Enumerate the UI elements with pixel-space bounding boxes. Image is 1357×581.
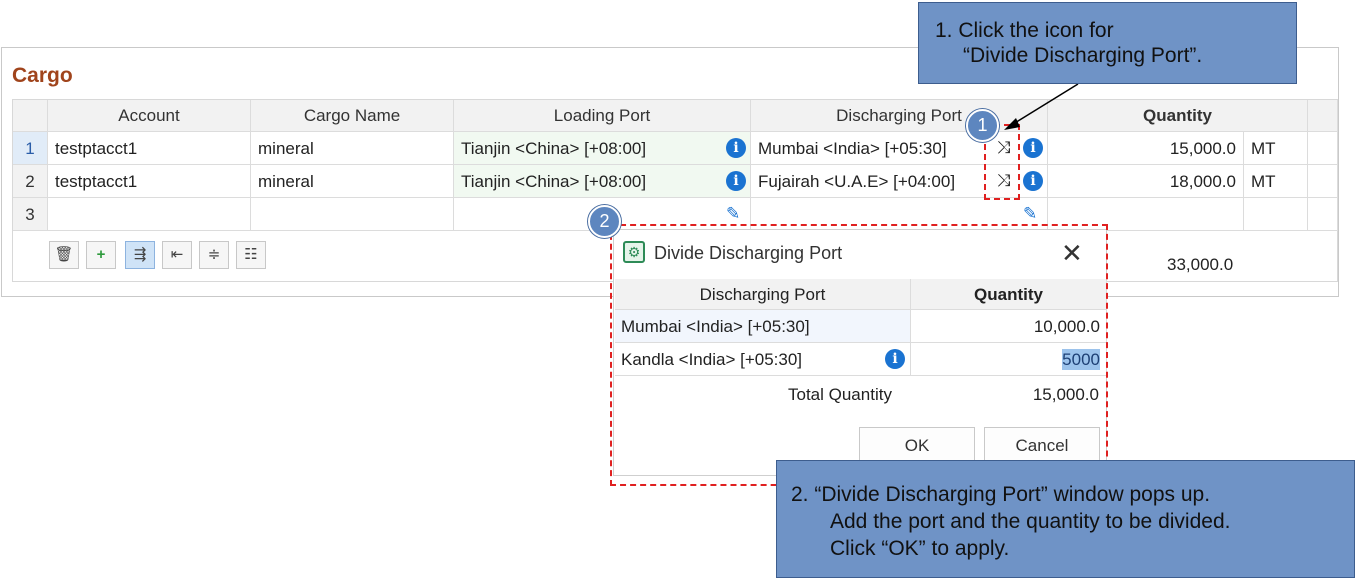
callout-step-1: 1. Click the icon for “Divide Dischargin… [918,2,1297,84]
callout-arrow-line [1009,83,1079,127]
callout-step-2: 2. “Divide Discharging Port” window pops… [776,460,1355,578]
callout-2-line-3: Click “OK” to apply. [830,537,1010,560]
callout-2-line-1: 2. “Divide Discharging Port” window pops… [791,483,1211,506]
step-badge-2: 2 [588,205,621,238]
callout-2-line-2: Add the port and the quantity to be divi… [830,510,1231,533]
callout-arrow-head [1004,118,1020,130]
callout-1-line-1: 1. Click the icon for [935,19,1114,42]
callout-1-line-2: “Divide Discharging Port”. [963,44,1203,67]
step-badge-1: 1 [966,109,999,142]
